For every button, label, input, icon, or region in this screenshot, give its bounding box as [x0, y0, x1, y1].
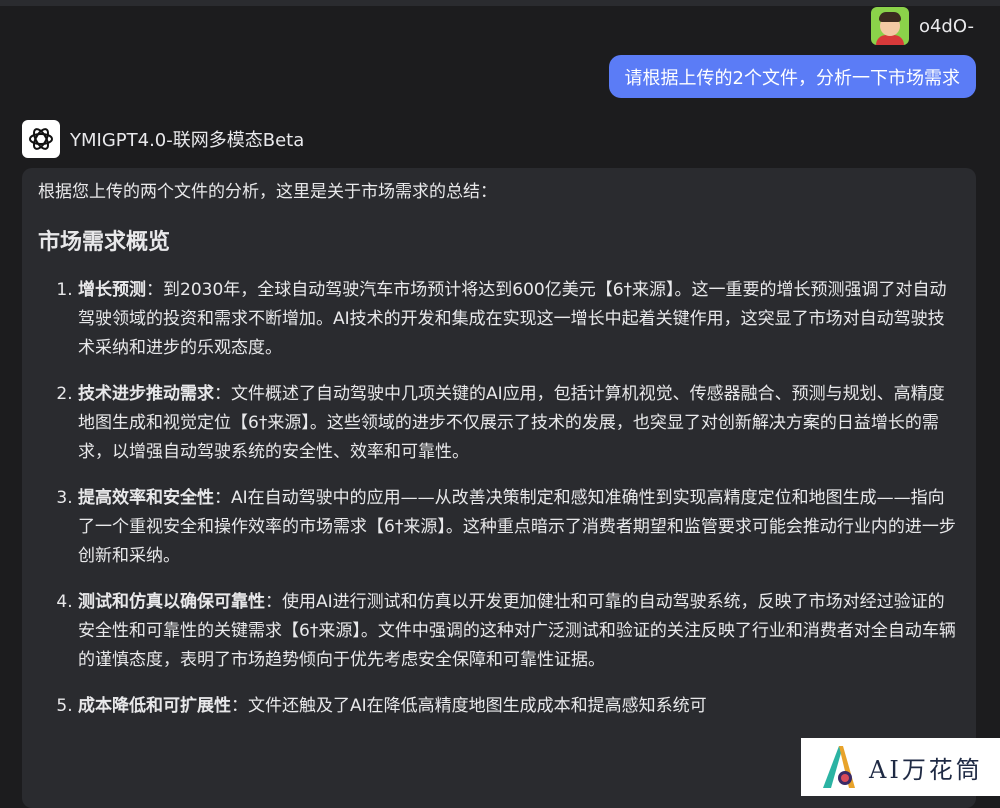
user-name: o4dO- [918, 15, 974, 37]
item-title: 技术进步推动需求 [78, 384, 214, 404]
openai-logo-icon [22, 120, 60, 158]
item-title: 测试和仿真以确保可靠性 [78, 592, 265, 612]
item-text: ：文件还触及了AI在降低高精度地图生成成本和提高感知系统可 [231, 696, 707, 716]
list-item: 提高效率和安全性：AI在自动驾驶中的应用——从改善决策制定和感知准确性到实现高精… [78, 484, 958, 571]
list-item: 技术进步推动需求：文件概述了自动驾驶中几项关键的AI应用，包括计算机视觉、传感器… [78, 380, 958, 467]
bot-name: YMIGPT4.0-联网多模态Beta [70, 130, 305, 151]
item-title: 提高效率和安全性 [78, 488, 214, 508]
item-text: ：到2030年，全球自动驾驶汽车市场预计将达到600亿美元【6†来源】。这一重要… [78, 280, 947, 358]
user-message-text: 请根据上传的2个文件，分析一下市场需求 [624, 67, 960, 89]
bot-header: YMIGPT4.0-联网多模态Beta [22, 119, 304, 159]
answer-list: 增长预测：到2030年，全球自动驾驶汽车市场预计将达到600亿美元【6†来源】。… [38, 276, 958, 721]
answer-intro: 根据您上传的两个文件的分析，这里是关于市场需求的总结： [38, 182, 497, 202]
list-item: 测试和仿真以确保可靠性：使用AI进行测试和仿真以开发更加健壮和可靠的自动驾驶系统… [78, 588, 958, 675]
item-title: 成本降低和可扩展性 [78, 696, 231, 716]
list-item: 增长预测：到2030年，全球自动驾驶汽车市场预计将达到600亿美元【6†来源】。… [78, 276, 958, 363]
user-header: o4dO- [870, 6, 974, 46]
top-bar [0, 0, 1000, 6]
watermark: AI万花筒 [801, 738, 1000, 796]
watermark-text: AI万花筒 [869, 755, 983, 784]
user-message-bubble: 请根据上传的2个文件，分析一下市场需求 [608, 55, 976, 98]
section-title: 市场需求概览 [38, 230, 171, 255]
watermark-logo-icon [823, 746, 855, 788]
item-title: 增长预测 [78, 280, 146, 300]
list-item: 成本降低和可扩展性：文件还触及了AI在降低高精度地图生成成本和提高感知系统可 [78, 692, 958, 721]
user-avatar[interactable] [870, 7, 909, 45]
bot-answer-panel: 根据您上传的两个文件的分析，这里是关于市场需求的总结： 市场需求概览 增长预测：… [22, 168, 976, 808]
